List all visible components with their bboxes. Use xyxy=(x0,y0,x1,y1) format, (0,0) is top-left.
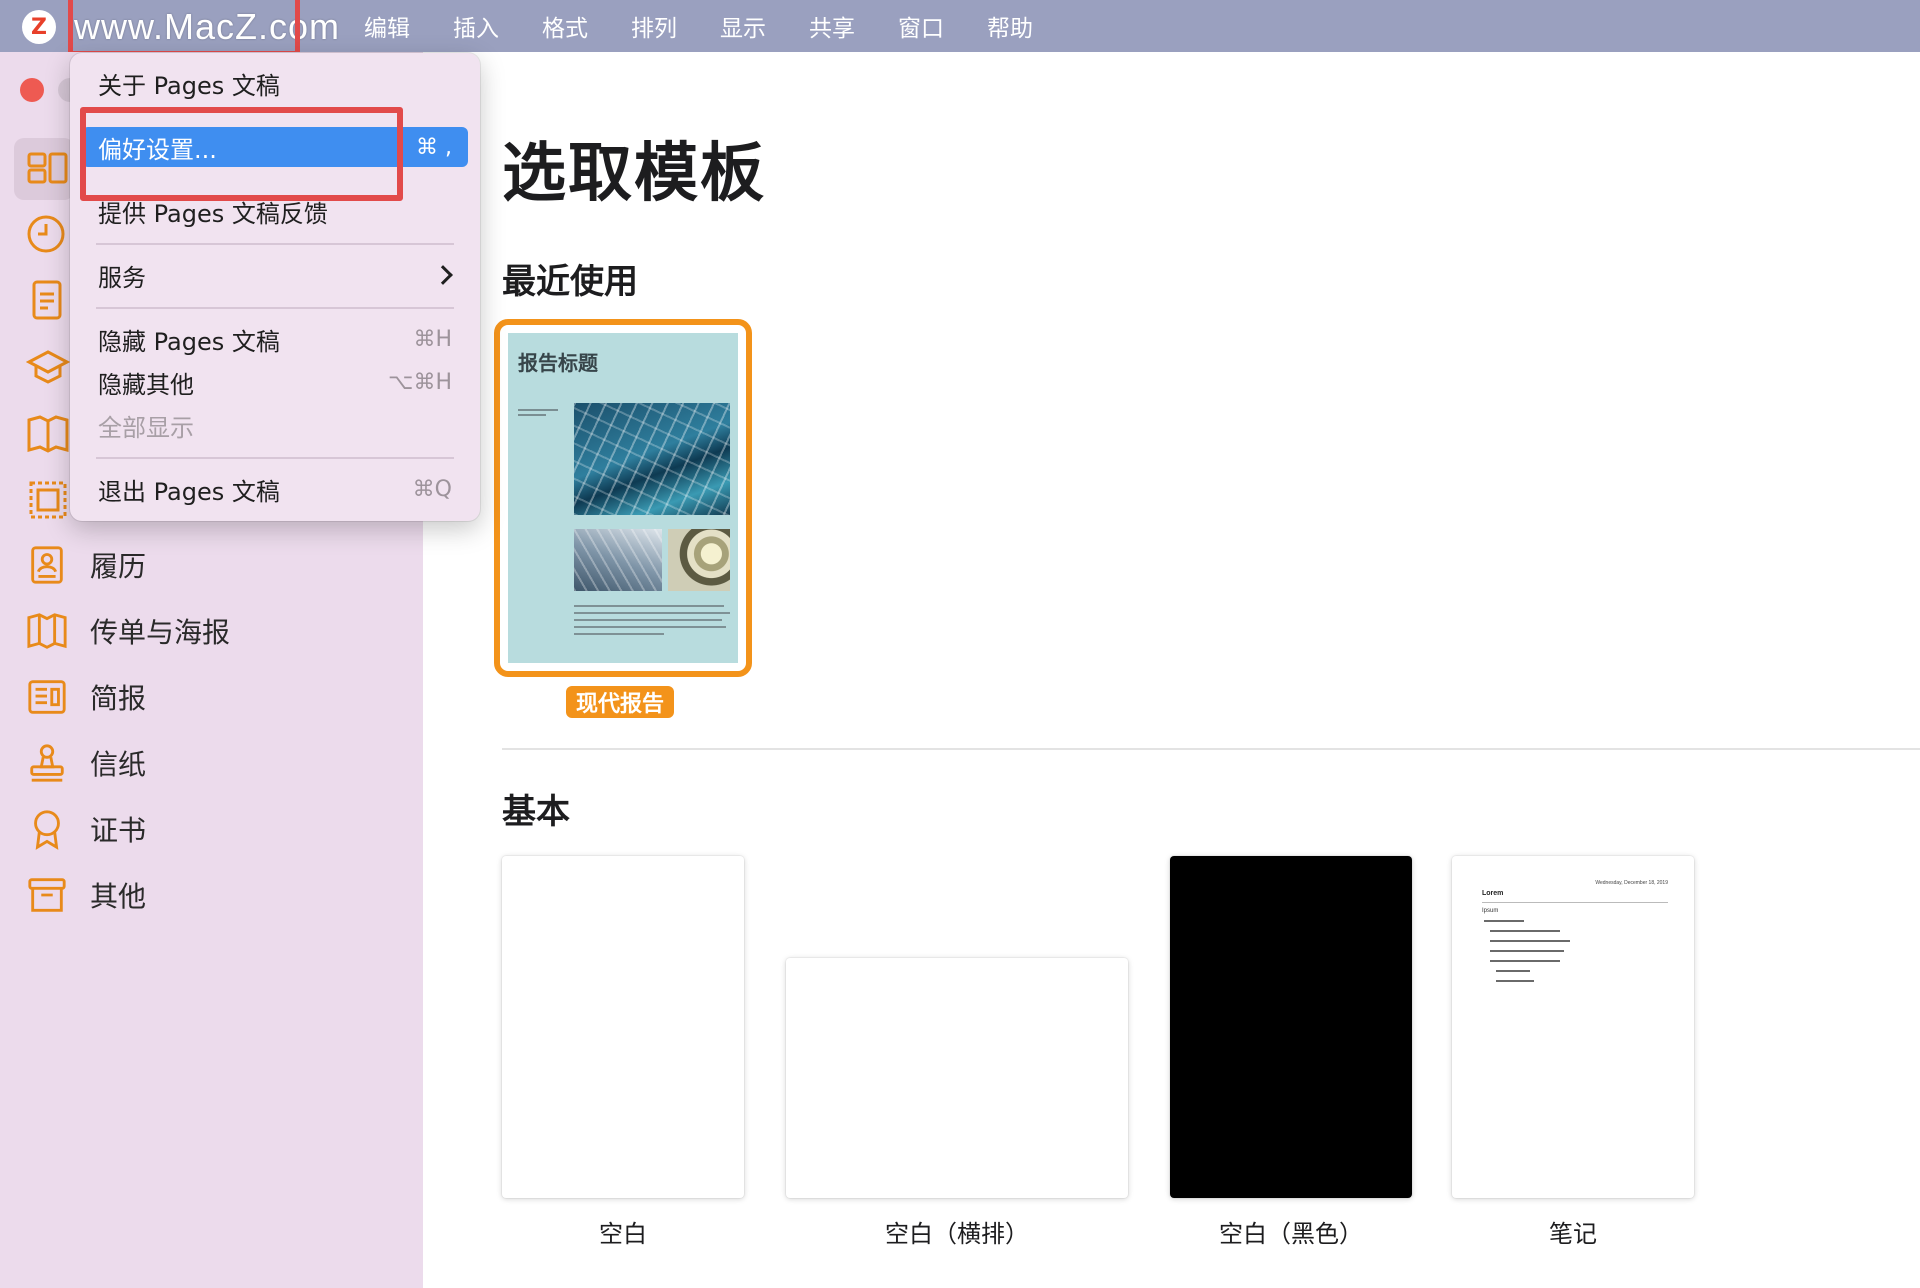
page-title: 选取模板 xyxy=(502,137,766,211)
menu-arrange[interactable]: 排列 xyxy=(631,9,677,43)
template-blank-landscape[interactable] xyxy=(786,958,1128,1198)
note-preview-line xyxy=(1490,950,1564,952)
report-icon[interactable] xyxy=(26,278,70,322)
sidebar-item-other[interactable]: 其他 xyxy=(26,872,146,918)
report-doc-title: 报告标题 xyxy=(518,351,598,375)
template-blank[interactable] xyxy=(502,856,744,1198)
sidebar-item-resume[interactable]: 履历 xyxy=(26,542,146,588)
sidebar-item-label: 信纸 xyxy=(90,748,147,781)
template-note-taking-label: 笔记 xyxy=(1549,1220,1597,1248)
menu-item-shortcut: ⌘Q xyxy=(412,476,452,502)
menu-share[interactable]: 共享 xyxy=(809,9,855,43)
education-cap-icon[interactable] xyxy=(26,344,70,388)
note-preview-sub: Ipsum xyxy=(1482,908,1499,914)
menu-item-hide-others[interactable]: 隐藏其他 ⌥⌘H xyxy=(82,362,468,402)
menu-item-quit[interactable]: 退出 Pages 文稿 ⌘Q xyxy=(82,469,468,509)
template-blank-landscape-label: 空白（横排） xyxy=(885,1220,1029,1248)
report-photo-right xyxy=(668,529,730,591)
sidebar-item-label: 证书 xyxy=(90,814,147,847)
menu-item-label: 隐藏其他 xyxy=(98,370,194,399)
newsletter-icon xyxy=(28,680,66,714)
report-main-photo xyxy=(574,403,730,515)
all-templates-icon[interactable] xyxy=(26,148,70,192)
template-note-taking[interactable]: Wednesday, December 18, 2019 Lorem Ipsum xyxy=(1452,856,1694,1198)
note-preview-line xyxy=(1490,940,1570,942)
menu-item-label: 退出 Pages 文稿 xyxy=(98,477,280,506)
menu-separator xyxy=(96,457,454,459)
chevron-right-icon xyxy=(433,265,453,285)
note-preview-line xyxy=(1496,980,1534,982)
app-logo-icon[interactable]: Z xyxy=(22,10,56,44)
note-preview-line xyxy=(1490,960,1560,962)
app-menu-highlight-box xyxy=(68,0,300,56)
recent-template-modern-report[interactable]: 报告标题 xyxy=(494,319,752,677)
section-divider xyxy=(502,748,1920,750)
menu-item-label: 隐藏 Pages 文稿 xyxy=(98,327,280,356)
sidebar-item-certificates[interactable]: 证书 xyxy=(26,806,146,852)
sidebar-item-newsletters[interactable]: 简报 xyxy=(26,674,146,720)
menu-edit[interactable]: 编辑 xyxy=(364,9,410,43)
menu-item-services[interactable]: 服务 xyxy=(82,255,468,295)
note-preview-rule xyxy=(1482,902,1668,903)
stamp-frame-icon[interactable] xyxy=(26,478,70,522)
menu-bar: Z www.MacZ.com 编辑 插入 格式 排列 显示 共享 窗口 帮助 xyxy=(0,0,1920,56)
menu-insert[interactable]: 插入 xyxy=(453,9,499,43)
recent-section-title: 最近使用 xyxy=(502,262,638,302)
note-preview-heading: Lorem xyxy=(1482,890,1504,897)
sidebar-item-label: 其他 xyxy=(90,880,147,913)
sidebar-item-label: 传单与海报 xyxy=(90,616,231,649)
template-blank-label: 空白 xyxy=(599,1220,647,1248)
menu-items: 编辑 插入 格式 排列 显示 共享 窗口 帮助 xyxy=(364,0,1076,52)
flyer-icon xyxy=(27,613,67,649)
sidebar-item-stationery[interactable]: 信纸 xyxy=(26,740,146,786)
note-preview-line xyxy=(1490,930,1560,932)
menu-item-shortcut: ⌘ , xyxy=(416,134,452,160)
note-preview-line xyxy=(1484,920,1524,922)
close-window-button[interactable] xyxy=(20,78,44,102)
stationery-icon xyxy=(30,744,64,782)
report-body-lines xyxy=(574,605,730,640)
sidebar-item-label: 履历 xyxy=(90,550,147,583)
preferences-highlight-box xyxy=(80,107,403,201)
note-preview-line xyxy=(1496,970,1530,972)
basic-section-title: 基本 xyxy=(502,792,570,832)
menu-help[interactable]: 帮助 xyxy=(987,9,1033,43)
menu-item-about[interactable]: 关于 Pages 文稿 xyxy=(82,63,468,103)
certificate-icon xyxy=(34,810,60,850)
menu-item-label: 关于 Pages 文稿 xyxy=(98,71,280,100)
report-date-lines xyxy=(518,409,568,423)
menu-format[interactable]: 格式 xyxy=(542,9,588,43)
menu-item-shortcut: ⌥⌘H xyxy=(388,369,452,395)
book-icon[interactable] xyxy=(26,412,70,456)
menu-window[interactable]: 窗口 xyxy=(898,9,944,43)
note-preview-date: Wednesday, December 18, 2019 xyxy=(1595,880,1668,886)
menu-view[interactable]: 显示 xyxy=(720,9,766,43)
recent-clock-icon[interactable] xyxy=(26,212,70,256)
menu-item-label: 服务 xyxy=(98,263,146,292)
template-blank-black[interactable] xyxy=(1170,856,1412,1198)
menu-separator xyxy=(96,307,454,309)
menu-item-shortcut: ⌘H xyxy=(413,326,452,352)
report-photo-left xyxy=(574,529,662,591)
archive-icon xyxy=(28,878,66,912)
template-blank-black-label: 空白（黑色） xyxy=(1219,1220,1363,1248)
report-thumbnail: 报告标题 xyxy=(508,333,738,663)
menu-item-show-all: 全部显示 xyxy=(82,405,468,445)
sidebar-item-flyers[interactable]: 传单与海报 xyxy=(26,608,230,654)
recent-template-label[interactable]: 现代报告 xyxy=(566,686,675,718)
sidebar-item-label: 简报 xyxy=(90,682,147,715)
menu-separator xyxy=(96,243,454,245)
menu-item-hide-pages[interactable]: 隐藏 Pages 文稿 ⌘H xyxy=(82,319,468,359)
resume-icon xyxy=(31,546,63,584)
menu-item-label: 全部显示 xyxy=(98,413,194,442)
